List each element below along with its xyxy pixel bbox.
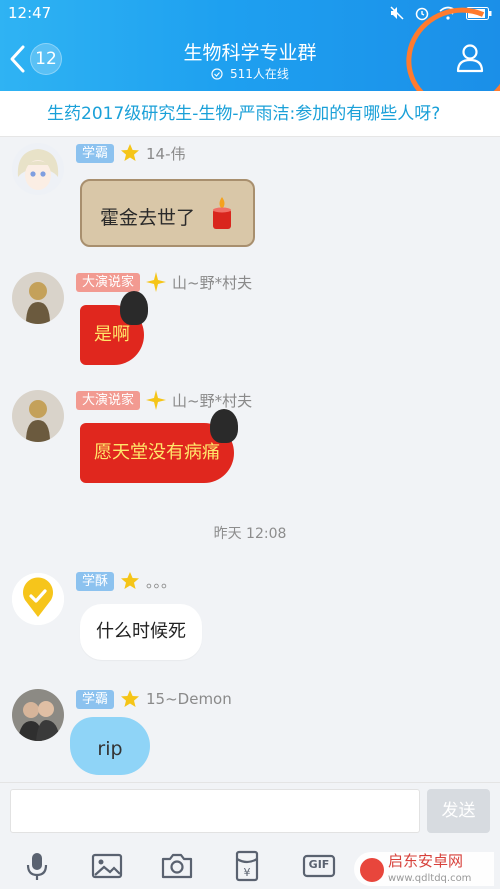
star-icon: [121, 144, 140, 161]
message-text: 是啊: [94, 324, 130, 345]
gif-label: GIF: [308, 858, 330, 871]
message-text: 霍金去世了: [100, 207, 196, 229]
sticker-face-icon: [210, 409, 238, 443]
message-timestamp: 昨天 12:08: [213, 526, 287, 542]
rank-tag: 学霸: [76, 143, 115, 163]
sender-name[interactable]: 山~野*村夫: [172, 390, 252, 411]
watermark-url: www.qdltdq.com: [388, 873, 472, 884]
rank-tag: 学酥: [76, 571, 115, 591]
avatar[interactable]: [12, 689, 64, 741]
star-icon: [121, 572, 140, 589]
rank-tag: 大演说家: [76, 390, 141, 410]
gif-icon[interactable]: GIF: [302, 849, 336, 883]
red-packet-icon[interactable]: ¥: [230, 849, 264, 883]
avatar-image: [12, 272, 64, 324]
mute-icon: [389, 5, 405, 25]
message-text: 什么时候死: [96, 621, 186, 642]
message-meta: 大演说家 山~野*村夫: [76, 272, 252, 292]
camera-icon[interactable]: [160, 849, 194, 883]
sender-name[interactable]: 15~Demon: [146, 690, 232, 708]
message-text: 愿天堂没有病痛: [94, 442, 220, 463]
battery-icon: [466, 6, 492, 24]
chat-message: 学霸 14-伟 霍金去世了: [0, 143, 500, 253]
check-circle-icon: [211, 68, 223, 80]
wifi-icon: [439, 6, 457, 24]
microphone-icon[interactable]: [20, 849, 54, 883]
alarm-icon: [414, 5, 430, 25]
sparkle-icon: [146, 390, 167, 410]
input-bar: 发送: [0, 782, 500, 844]
chat-message: 大演说家 山~野*村夫 愿天堂没有病痛: [0, 390, 500, 490]
message-bubble[interactable]: 霍金去世了: [80, 179, 255, 247]
avatar[interactable]: [12, 390, 64, 442]
avatar[interactable]: [12, 143, 64, 195]
yellow-pin-avatar-icon: [12, 573, 64, 625]
rank-tag: 学霸: [76, 689, 115, 709]
avatar[interactable]: [12, 573, 64, 625]
sender-name[interactable]: 。。。: [146, 571, 176, 592]
status-bar: 12:47: [0, 0, 500, 26]
message-bubble[interactable]: 是啊: [80, 291, 148, 365]
watermark-title: 启东安卓网: [388, 852, 464, 870]
message-meta: 学霸 15~Demon: [76, 689, 232, 709]
svg-text:¥: ¥: [244, 866, 251, 879]
sticker-face-icon: [120, 291, 148, 325]
sender-name[interactable]: 山~野*村夫: [172, 272, 252, 293]
status-icons: [389, 5, 492, 25]
message-text: rip: [97, 738, 123, 760]
online-count: 511人在线: [0, 65, 500, 82]
rank-tag: 大演说家: [76, 272, 141, 292]
site-watermark: 启东安卓网 www.qdltdq.com: [354, 852, 494, 886]
send-button[interactable]: 发送: [427, 789, 490, 833]
person-icon: [456, 44, 484, 73]
message-meta: 大演说家 山~野*村夫: [76, 390, 252, 410]
sparkle-icon: [146, 272, 167, 292]
avatar-image: [12, 390, 64, 442]
candle-icon: [213, 197, 231, 229]
photo-avatar-image: [12, 689, 64, 741]
group-members-button[interactable]: [452, 40, 488, 76]
anime-avatar-image: [12, 143, 64, 195]
sender-name[interactable]: 14-伟: [146, 143, 186, 164]
avatar[interactable]: [12, 272, 64, 324]
watermark-logo-icon: [360, 858, 384, 882]
online-count-label: 511人在线: [229, 67, 289, 81]
status-time: 12:47: [8, 4, 52, 22]
chat-message: 学霸 15~Demon rip: [0, 689, 500, 782]
star-icon: [121, 690, 140, 707]
image-icon[interactable]: [90, 849, 124, 883]
pinned-notice[interactable]: 生药2017级研究生-生物-严雨洁:参加的有哪些人呀?: [0, 91, 500, 137]
chat-header: 12 生物科学专业群 511人在线: [0, 26, 500, 91]
message-meta: 学霸 14-伟: [76, 143, 186, 163]
message-bubble[interactable]: rip: [70, 717, 150, 775]
group-title[interactable]: 生物科学专业群: [0, 38, 500, 65]
message-bubble[interactable]: 什么时候死: [80, 604, 202, 660]
message-input[interactable]: [10, 789, 420, 833]
message-meta: 学酥 。。。: [76, 571, 176, 591]
chat-message: 学酥 。。。 什么时候死: [0, 571, 500, 671]
message-bubble[interactable]: 愿天堂没有病痛: [80, 409, 238, 483]
chat-message: 大演说家 山~野*村夫 是啊: [0, 272, 500, 372]
chat-list[interactable]: 学霸 14-伟 霍金去世了 大演说家 山~野*村夫 是啊 大演说家 山~野*村夫…: [0, 137, 500, 782]
